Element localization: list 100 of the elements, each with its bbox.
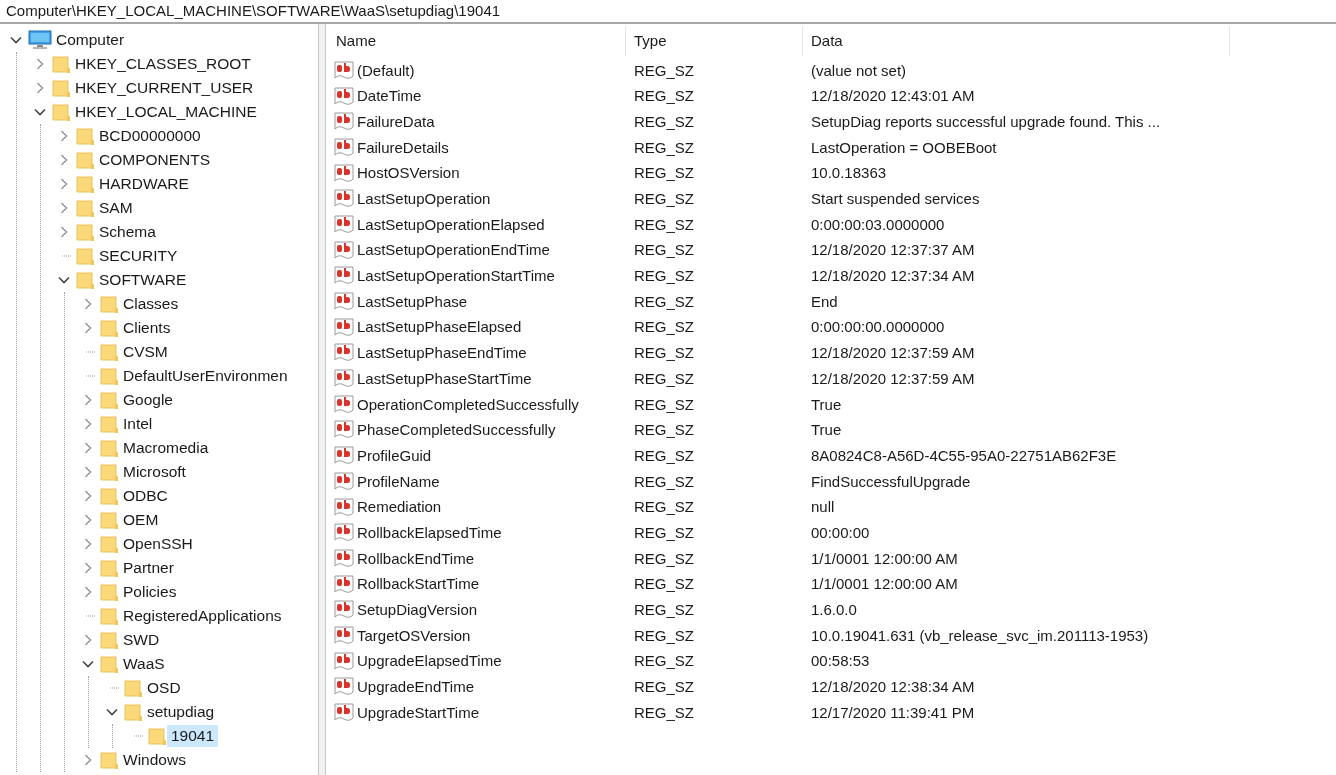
expand-chevron-icon[interactable] [84,514,92,526]
tree-item[interactable]: Clients [119,317,175,339]
expand-chevron-icon[interactable] [84,538,92,550]
tree-item[interactable]: RegisteredApplications [119,605,286,627]
column-header[interactable]: Type [626,26,803,56]
tree-item[interactable]: SAM [95,197,137,219]
value-name[interactable]: ProfileGuid [357,444,432,468]
tree-item[interactable]: SOFTWARE [95,269,191,291]
tree-item[interactable]: BCD00000000 [95,125,205,147]
expand-chevron-icon[interactable] [84,562,92,574]
expand-chevron-icon[interactable] [84,418,92,430]
tree-connector-icon [86,351,96,353]
value-name[interactable]: LastSetupPhaseEndTime [357,342,527,365]
string-value-icon [334,240,354,261]
tree-item[interactable]: SWD [119,629,164,651]
tree-item[interactable]: Intel [119,413,157,435]
string-value-icon [334,446,354,467]
collapse-chevron-icon[interactable] [106,708,118,716]
tree-item[interactable]: CVSM [119,341,172,363]
tree-item[interactable]: Computer [52,29,129,51]
folder-icon [100,366,119,386]
tree-item[interactable]: SECURITY [95,245,182,267]
value-name[interactable]: LastSetupPhaseElapsed [357,316,522,339]
expand-chevron-icon[interactable] [84,586,92,598]
tree-item[interactable]: ODBC [119,485,172,507]
folder-icon [76,198,95,218]
value-name[interactable]: PhaseCompletedSuccessfully [357,419,556,442]
tree-item[interactable]: DefaultUserEnvironmen [119,365,292,387]
tree-item[interactable]: Google [119,389,177,411]
value-name[interactable]: UpgradeStartTime [357,701,479,725]
value-name[interactable]: UpgradeElapsedTime [357,650,502,673]
folder-icon [76,174,95,194]
folder-icon [100,654,119,674]
value-name[interactable]: UpgradeEndTime [357,676,474,699]
value-name[interactable]: LastSetupOperationEndTime [357,239,550,262]
string-value-icon [334,369,354,390]
value-name[interactable]: FailureDetails [357,136,449,160]
tree-item[interactable]: HKEY_CURRENT_USER [71,77,258,99]
folder-icon [76,222,95,242]
folder-icon [100,510,119,530]
value-name[interactable]: Remediation [357,496,442,519]
tree-item[interactable]: setupdiag [143,701,219,723]
expand-chevron-icon[interactable] [60,226,68,238]
value-name[interactable]: DateTime [357,85,422,108]
tree-item[interactable]: OEM [119,509,163,531]
expand-chevron-icon[interactable] [84,298,92,310]
value-name[interactable]: RollbackStartTime [357,573,479,596]
value-name[interactable]: TargetOSVersion [357,624,471,648]
value-name[interactable]: FailureData [357,110,435,134]
collapse-chevron-icon[interactable] [10,36,22,44]
expand-chevron-icon[interactable] [36,58,44,70]
tree-item[interactable]: WaaS [119,653,169,675]
value-name[interactable]: LastSetupPhaseStartTime [357,367,532,391]
value-name[interactable]: (Default) [357,59,415,83]
folder-icon [100,630,119,650]
tree-item[interactable]: Schema [95,221,160,243]
expand-chevron-icon[interactable] [84,634,92,646]
value-name[interactable]: SetupDiagVersion [357,599,478,622]
expand-chevron-icon[interactable] [84,754,92,766]
value-type: REG_SZ [634,446,694,464]
tree-item[interactable]: Windows [119,749,190,771]
value-name[interactable]: LastSetupOperationStartTime [357,265,555,288]
collapse-chevron-icon[interactable] [58,276,70,284]
value-name[interactable]: OperationCompletedSuccessfully [357,393,579,417]
expand-chevron-icon[interactable] [84,394,92,406]
expand-chevron-icon[interactable] [84,442,92,454]
tree-connector-icon [86,615,96,617]
value-name[interactable]: RollbackEndTime [357,547,474,571]
value-name[interactable]: LastSetupOperationElapsed [357,213,545,237]
column-header[interactable]: Name [326,26,626,56]
value-name[interactable]: ProfileName [357,470,440,494]
expand-chevron-icon[interactable] [84,322,92,334]
value-type: REG_SZ [634,369,694,387]
tree-item[interactable]: COMPONENTS [95,149,215,171]
collapse-chevron-icon[interactable] [82,660,94,668]
pane-splitter[interactable] [318,24,326,775]
value-name[interactable]: RollbackElapsedTime [357,521,502,545]
value-name[interactable]: LastSetupOperation [357,188,491,211]
collapse-chevron-icon[interactable] [34,108,46,116]
tree-item[interactable]: Partner [119,557,178,579]
value-name[interactable]: LastSetupPhase [357,290,468,314]
tree-item[interactable]: Macromedia [119,437,213,459]
tree-item[interactable]: OpenSSH [119,533,197,555]
expand-chevron-icon[interactable] [84,466,92,478]
tree-item[interactable]: 19041 [167,725,219,747]
expand-chevron-icon[interactable] [36,82,44,94]
tree-item[interactable]: HKEY_LOCAL_MACHINE [71,101,261,123]
tree-item[interactable]: Microsoft [119,461,190,483]
expand-chevron-icon[interactable] [60,130,68,142]
tree-item[interactable]: OSD [143,677,185,699]
column-header[interactable]: Data [803,26,1230,56]
tree-item[interactable]: HARDWARE [95,173,193,195]
expand-chevron-icon[interactable] [84,490,92,502]
tree-item[interactable]: HKEY_CLASSES_ROOT [71,53,255,75]
expand-chevron-icon[interactable] [60,154,68,166]
expand-chevron-icon[interactable] [60,202,68,214]
expand-chevron-icon[interactable] [60,178,68,190]
value-name[interactable]: HostOSVersion [357,162,460,185]
tree-item[interactable]: Classes [119,293,183,315]
tree-item[interactable]: Policies [119,581,181,603]
